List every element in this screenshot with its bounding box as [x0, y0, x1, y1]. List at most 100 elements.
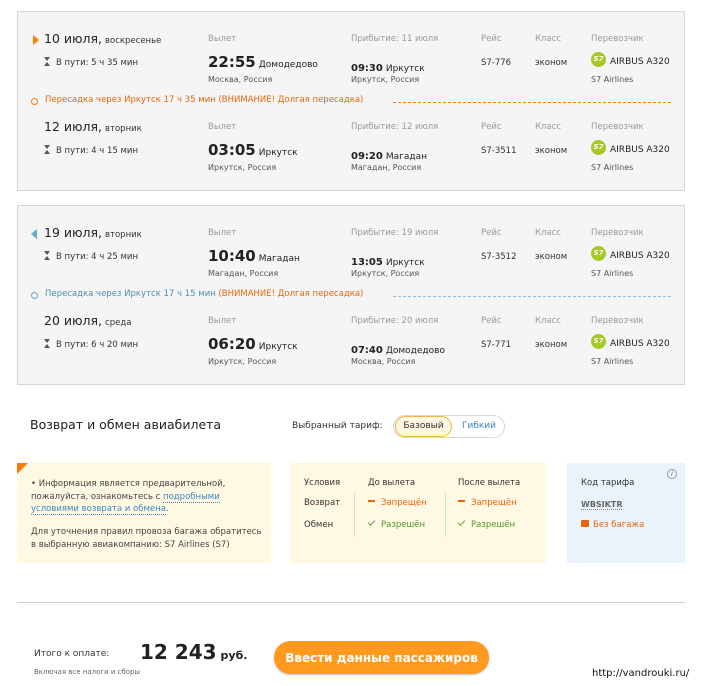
outbound-itinerary-card: 10 июля, воскресенье В пути: 5 ч 35 мин В… — [17, 11, 685, 191]
no-baggage-badge: Без багажа — [581, 520, 644, 530]
arrival-time: 09:20 Магадан — [351, 151, 427, 162]
suitcase-icon — [581, 520, 589, 527]
flight-segment: 12 июля, вторник В пути: 4 ч 15 мин Вылет… — [18, 112, 684, 182]
refund-info-box: • Информация является предварительной, п… — [17, 463, 271, 563]
exchange-before-status: Разрешён — [367, 518, 425, 530]
airline-name: S7 Airlines — [591, 357, 634, 366]
refund-rules-table: Условия До вылета После вылета Возврат О… — [290, 463, 546, 563]
s7-logo-icon: S7 — [591, 52, 606, 67]
cabin-class: эконом — [535, 58, 568, 68]
flight-label: Рейс — [481, 316, 502, 326]
arrival-label: Прибытие: 11 июля — [351, 34, 439, 44]
departure-label: Вылет — [208, 228, 237, 238]
flight-segment: 10 июля, воскресенье В пути: 5 ч 35 мин В… — [18, 24, 684, 94]
enter-passengers-button[interactable]: Ввести данные пассажиров — [274, 641, 489, 674]
departure-city: Иркутск, Россия — [208, 163, 277, 172]
exchange-row-label: Обмен — [304, 520, 334, 530]
flight-number: S7-3512 — [481, 252, 517, 262]
arrival-city: Магадан, Россия — [351, 163, 422, 172]
segment-date: 10 июля, воскресенье — [44, 31, 162, 46]
tariff-toggle: Базовый Гибкий — [393, 415, 505, 438]
departure-time: 22:55 Домодедово — [208, 53, 318, 71]
s7-logo-icon: S7 — [591, 246, 606, 261]
transfer-dot-icon — [31, 292, 38, 299]
arrival-time: 09:30 Иркутск — [351, 63, 425, 74]
carrier-label: Перевозчик — [591, 228, 644, 238]
refund-before-status: Запрещён — [368, 498, 427, 508]
check-icon — [457, 518, 466, 526]
cabin-class: эконом — [535, 340, 568, 350]
refund-section-title: Возврат и обмен авиабилета — [30, 417, 222, 432]
cabin-class: эконом — [535, 252, 568, 262]
airline-link[interactable]: S7 Airlines (S7) — [165, 540, 230, 550]
departure-label: Вылет — [208, 122, 237, 132]
airline-name: S7 Airlines — [591, 75, 634, 84]
section-divider — [17, 602, 685, 603]
info-icon[interactable]: i — [667, 469, 677, 479]
tariff-option-basic[interactable]: Базовый — [395, 416, 452, 437]
refund-row-label: Возврат — [304, 498, 341, 508]
s7-logo-icon: S7 — [591, 140, 606, 155]
class-label: Класс — [535, 228, 562, 238]
total-label: Итого к оплате: — [34, 649, 110, 659]
flight-label: Рейс — [481, 228, 502, 238]
total-amount: 12 243 руб. — [140, 640, 248, 664]
refund-info-text: • Информация является предварительной, п… — [31, 479, 226, 515]
segment-date: 20 июля, среда — [44, 313, 132, 328]
flight-label: Рейс — [481, 34, 502, 44]
tariff-option-flexible[interactable]: Гибкий — [454, 416, 504, 437]
check-icon — [367, 518, 376, 526]
return-itinerary-card: 19 июля, вторник В пути: 4 ч 25 мин Вылет… — [17, 205, 685, 385]
refund-after-status: Запрещён — [458, 498, 517, 508]
travel-duration: В пути: 4 ч 25 мин — [44, 251, 138, 262]
return-arrow-icon — [31, 229, 37, 239]
arrival-label: Прибытие: 20 июля — [351, 316, 439, 326]
transfer-notice: Пересадка через Иркутск 17 ч 35 мин (ВНИ… — [31, 95, 671, 109]
departure-label: Вылет — [208, 34, 237, 44]
aircraft-type: AIRBUS A320 — [610, 251, 670, 261]
exchange-after-status: Разрешён — [457, 518, 515, 530]
watermark: http://vandrouki.ru/ — [592, 668, 690, 679]
fare-code-value[interactable]: WBSIKTR — [581, 500, 623, 510]
departure-label: Вылет — [208, 316, 237, 326]
arrival-time: 13:05 Иркутск — [351, 257, 425, 268]
flight-number: S7-771 — [481, 340, 512, 350]
hourglass-icon — [44, 339, 51, 348]
class-label: Класс — [535, 316, 562, 326]
hourglass-icon — [44, 145, 51, 154]
airline-name: S7 Airlines — [591, 163, 634, 172]
departure-city: Иркутск, Россия — [208, 357, 277, 366]
airline-name: S7 Airlines — [591, 269, 634, 278]
minus-icon — [458, 500, 465, 502]
segment-date: 12 июля, вторник — [44, 119, 142, 134]
conditions-header: Условия — [304, 478, 341, 488]
flight-number: S7-3511 — [481, 146, 517, 156]
fare-code-box: i Код тарифа WBSIKTR Без багажа — [567, 463, 685, 563]
hourglass-icon — [44, 251, 51, 260]
segment-date: 19 июля, вторник — [44, 225, 142, 240]
cabin-class: эконом — [535, 146, 568, 156]
aircraft-type: AIRBUS A320 — [610, 57, 670, 67]
flight-segment: 20 июля, среда В пути: 6 ч 20 мин Вылет П… — [18, 306, 684, 376]
transfer-notice: Пересадка через Иркутск 17 ч 15 мин (ВНИ… — [31, 289, 671, 303]
flight-number: S7-776 — [481, 58, 512, 68]
outbound-arrow-icon — [33, 35, 39, 45]
arrival-city: Иркутск, Россия — [351, 269, 420, 278]
flight-label: Рейс — [481, 122, 502, 132]
travel-duration: В пути: 6 ч 20 мин — [44, 339, 138, 350]
departure-time: 06:20 Иркутск — [208, 335, 298, 353]
arrival-city: Москва, Россия — [351, 357, 416, 366]
travel-duration: В пути: 5 ч 35 мин — [44, 57, 138, 68]
minus-icon — [368, 500, 375, 502]
departure-time: 10:40 Магадан — [208, 247, 300, 265]
fare-code-label: Код тарифа — [581, 478, 635, 488]
departure-city: Магадан, Россия — [208, 269, 279, 278]
corner-flag-icon — [17, 463, 28, 474]
arrival-city: Иркутск, Россия — [351, 75, 420, 84]
carrier-label: Перевозчик — [591, 34, 644, 44]
arrival-label: Прибытие: 12 июля — [351, 122, 439, 132]
arrival-time: 07:40 Домодедово — [351, 345, 445, 356]
after-departure-header: После вылета — [458, 478, 521, 488]
tariff-label: Выбранный тариф: — [292, 421, 383, 431]
total-note: Включая все налоги и сборы — [34, 668, 141, 676]
